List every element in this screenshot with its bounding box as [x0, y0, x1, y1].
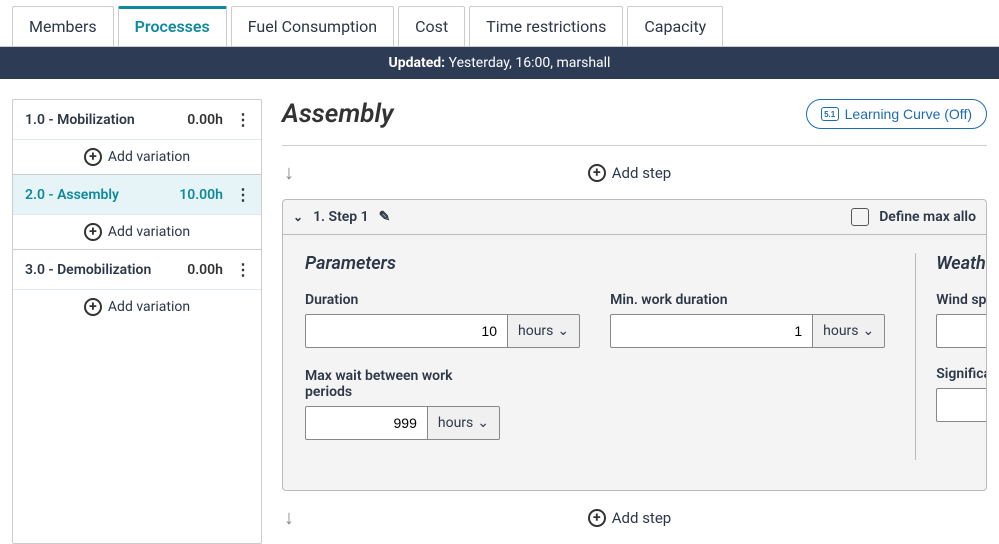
add-variation-button[interactable]: + Add variation [13, 289, 261, 324]
wind-speed-input[interactable] [936, 314, 987, 348]
chevron-down-icon: ⌄ [863, 323, 875, 339]
process-header[interactable]: 1.0 - Mobilization 0.00h ⋮ [13, 100, 261, 139]
process-header[interactable]: 3.0 - Demobilization 0.00h ⋮ [13, 250, 261, 289]
add-variation-label: Add variation [108, 149, 190, 165]
main-header: Assembly 5.1 Learning Curve (Off) [282, 99, 987, 146]
parameters-section: Parameters Duration hours ⌄ [305, 253, 915, 460]
weather-section: Weather criteria Wind speed m/s Signific… [915, 253, 987, 460]
process-hours: 10.00h [179, 187, 223, 203]
step-title: 1. Step 1 [313, 209, 369, 225]
arrow-down-icon: ↓ [284, 505, 294, 530]
status-label: Updated: [389, 55, 446, 71]
min-work-input[interactable] [610, 314, 813, 348]
weather-title: Weather criteria [936, 253, 987, 274]
status-bar: Updated: Yesterday, 16:00, marshall [0, 47, 999, 79]
tab-cost[interactable]: Cost [398, 6, 465, 46]
define-max-label: Define max allo [879, 209, 976, 225]
add-step-row-bottom: ↓ + Add step [282, 491, 987, 544]
plus-circle-icon: + [84, 148, 102, 166]
chevron-down-icon: ⌄ [557, 323, 569, 339]
add-step-button[interactable]: + Add step [588, 164, 671, 182]
status-value: Yesterday, 16:00, marshall [449, 55, 611, 71]
chevron-down-icon: ⌄ [477, 415, 489, 431]
process-item-demobilization: 3.0 - Demobilization 0.00h ⋮ + Add varia… [13, 250, 261, 324]
process-name: 2.0 - Assembly [25, 187, 171, 203]
unit-label: hours [823, 323, 858, 339]
max-wait-unit-select[interactable]: hours ⌄ [428, 406, 500, 440]
duration-unit-select[interactable]: hours ⌄ [508, 314, 580, 348]
step-card: ⌄ 1. Step 1 ✎ Define max allo Parameters… [282, 199, 987, 491]
kebab-icon[interactable]: ⋮ [231, 185, 255, 204]
arrow-down-icon: ↓ [284, 160, 294, 185]
wave-height-input[interactable] [936, 388, 987, 422]
min-work-unit-select[interactable]: hours ⌄ [813, 314, 885, 348]
tab-capacity[interactable]: Capacity [627, 6, 723, 46]
unit-label: hours [438, 415, 473, 431]
max-wait-label: Max wait between work periods [305, 368, 500, 400]
min-work-field: Min. work duration hours ⌄ [610, 292, 885, 348]
wave-height-field: Significant wave height m 🖩 [936, 366, 987, 422]
tab-time-restrictions[interactable]: Time restrictions [469, 6, 623, 46]
main-panel: Assembly 5.1 Learning Curve (Off) ↓ + Ad… [282, 99, 987, 544]
process-sidebar: 1.0 - Mobilization 0.00h ⋮ + Add variati… [12, 99, 262, 544]
add-step-label: Add step [612, 164, 671, 182]
min-work-label: Min. work duration [610, 292, 885, 308]
process-name: 3.0 - Demobilization [25, 262, 179, 278]
main-tabs: Members Processes Fuel Consumption Cost … [0, 0, 999, 47]
wave-height-label: Significant wave height [936, 366, 987, 382]
learning-curve-icon: 5.1 [821, 107, 839, 121]
process-name: 1.0 - Mobilization [25, 112, 179, 128]
page-title: Assembly [282, 99, 394, 129]
duration-label: Duration [305, 292, 580, 308]
max-wait-field: Max wait between work periods hours ⌄ [305, 368, 500, 440]
tab-members[interactable]: Members [12, 6, 114, 46]
chevron-down-icon[interactable]: ⌄ [293, 210, 303, 224]
add-step-row-top: ↓ + Add step [282, 146, 987, 199]
step-header: ⌄ 1. Step 1 ✎ Define max allo [283, 200, 986, 235]
add-variation-label: Add variation [108, 224, 190, 240]
add-variation-button[interactable]: + Add variation [13, 139, 261, 174]
plus-circle-icon: + [588, 164, 606, 182]
plus-circle-icon: + [588, 509, 606, 527]
plus-circle-icon: + [84, 223, 102, 241]
add-variation-label: Add variation [108, 299, 190, 315]
unit-label: hours [518, 323, 553, 339]
duration-field: Duration hours ⌄ [305, 292, 580, 348]
add-step-label: Add step [612, 509, 671, 527]
process-item-mobilization: 1.0 - Mobilization 0.00h ⋮ + Add variati… [13, 100, 261, 175]
wind-speed-label: Wind speed [936, 292, 987, 308]
kebab-icon[interactable]: ⋮ [231, 260, 255, 279]
process-hours: 0.00h [187, 112, 223, 128]
process-hours: 0.00h [187, 262, 223, 278]
add-variation-button[interactable]: + Add variation [13, 214, 261, 249]
learning-curve-label: Learning Curve (Off) [845, 106, 972, 122]
pencil-icon[interactable]: ✎ [379, 209, 391, 225]
learning-curve-button[interactable]: 5.1 Learning Curve (Off) [806, 99, 987, 129]
wind-speed-field: Wind speed m/s [936, 292, 987, 348]
tab-processes[interactable]: Processes [118, 6, 227, 46]
add-step-button[interactable]: + Add step [588, 509, 671, 527]
max-wait-input[interactable] [305, 406, 428, 440]
plus-circle-icon: + [84, 298, 102, 316]
duration-input[interactable] [305, 314, 508, 348]
process-item-assembly: 2.0 - Assembly 10.00h ⋮ + Add variation [13, 175, 261, 250]
tab-fuel-consumption[interactable]: Fuel Consumption [231, 6, 394, 46]
kebab-icon[interactable]: ⋮ [231, 110, 255, 129]
parameters-title: Parameters [305, 253, 885, 274]
define-max-checkbox[interactable] [851, 208, 869, 226]
process-header[interactable]: 2.0 - Assembly 10.00h ⋮ [13, 175, 261, 214]
